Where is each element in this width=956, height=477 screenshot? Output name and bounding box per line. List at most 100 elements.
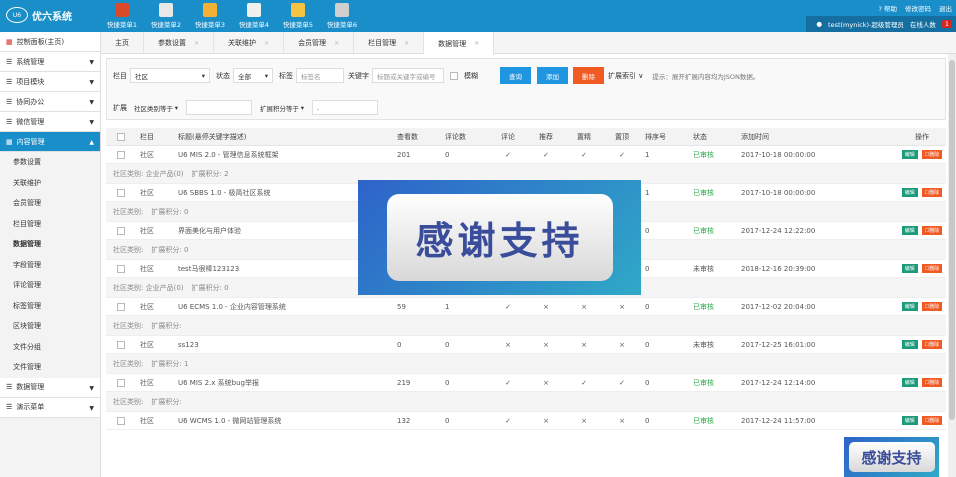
sidebar-group[interactable]: ☰ 数据管理 ▼ <box>0 377 100 398</box>
sidebar-item-home[interactable]: ▦ 控制面板(主页) <box>0 32 100 52</box>
edit-button[interactable]: 编辑 <box>901 416 918 425</box>
keyword-input[interactable]: 标题或关键字或编号 <box>372 68 444 83</box>
row-flag[interactable]: × <box>527 417 565 425</box>
sidebar-group[interactable]: ☰ 系统管理 ▼ <box>0 52 100 72</box>
header-views[interactable]: 查看数 <box>393 132 441 142</box>
row-title[interactable]: ss123 <box>174 341 393 349</box>
ext-field2-select[interactable]: 扩展积分等于 ▾ <box>256 100 308 115</box>
sidebar-item[interactable]: 关联维护 <box>0 172 100 193</box>
row-flag[interactable]: × <box>527 341 565 349</box>
edit-button[interactable]: 编辑 <box>901 378 918 387</box>
promo-banner[interactable]: 感谢支持 <box>358 180 641 295</box>
column-select[interactable]: 社区 ▾ <box>130 68 210 83</box>
user-name[interactable]: test(mynick)-超级管理员 <box>828 19 904 29</box>
row-checkbox[interactable] <box>117 416 125 425</box>
row-flag[interactable]: ✓ <box>489 303 527 311</box>
row-checkbox[interactable] <box>117 226 125 235</box>
close-icon[interactable]: ✕ <box>334 40 339 47</box>
row-flag[interactable]: × <box>527 303 565 311</box>
row-flag[interactable]: ✓ <box>527 151 565 159</box>
close-icon[interactable]: ✕ <box>194 40 199 47</box>
close-icon[interactable]: ✕ <box>404 40 409 47</box>
row-flag[interactable]: × <box>603 303 641 311</box>
row-checkbox[interactable] <box>117 150 125 159</box>
edit-button[interactable]: 编辑 <box>901 264 918 273</box>
tab-item[interactable]: 主页 <box>101 32 144 54</box>
row-flag[interactable]: × <box>565 303 603 311</box>
promo-badge[interactable]: 感谢支持 <box>844 437 939 477</box>
select-all-checkbox[interactable] <box>117 132 125 141</box>
tab-item[interactable]: 关联维护 ✕ <box>214 32 285 54</box>
row-flag[interactable]: ✓ <box>565 151 603 159</box>
sidebar-item[interactable]: 会员管理 <box>0 193 100 214</box>
sidebar-group-content[interactable]: ▦ 内容管理 ▲ <box>0 132 100 152</box>
row-checkbox[interactable] <box>117 302 125 311</box>
tab-item[interactable]: 数据管理 ✕ <box>424 32 495 55</box>
row-title[interactable]: U6 MIS 2.x 系统bug举报 <box>174 378 393 388</box>
tab-item[interactable]: 参数设置 ✕ <box>144 32 215 54</box>
delete-row-button[interactable]: ☐ 删除 <box>921 264 943 273</box>
sidebar-item[interactable]: 区块管理 <box>0 316 100 337</box>
help-link[interactable]: ? 帮助 <box>878 3 897 13</box>
row-flag[interactable]: × <box>565 417 603 425</box>
header-sort[interactable]: 排序号 <box>641 132 689 142</box>
sidebar-item[interactable]: 数据管理 <box>0 234 100 255</box>
add-button[interactable]: 添加 <box>537 67 568 84</box>
row-flag[interactable]: ✓ <box>603 151 641 159</box>
sidebar-item[interactable]: 标签管理 <box>0 295 100 316</box>
header-comment-flag[interactable]: 评论 <box>489 132 527 142</box>
row-flag[interactable]: × <box>489 341 527 349</box>
header-status[interactable]: 状态 <box>689 132 737 142</box>
online-count-badge[interactable]: 1 <box>941 20 952 28</box>
row-checkbox[interactable] <box>117 188 125 197</box>
row-flag[interactable]: × <box>603 417 641 425</box>
header-comments[interactable]: 评论数 <box>441 132 489 142</box>
header-recommend[interactable]: 推荐 <box>527 132 565 142</box>
row-title[interactable]: U6 ECMS 1.0 - 企业内容管理系统 <box>174 302 393 312</box>
edit-button[interactable]: 编辑 <box>901 302 918 311</box>
row-flag[interactable]: ✓ <box>565 379 603 387</box>
ext-field1-select[interactable]: 社区类别等于 ▾ <box>130 100 182 115</box>
header-time[interactable]: 添加时间 <box>737 132 861 142</box>
delete-row-button[interactable]: ☐ 删除 <box>921 340 943 349</box>
header-column[interactable]: 栏目 <box>136 132 174 142</box>
edit-button[interactable]: 编辑 <box>901 188 918 197</box>
header-featured[interactable]: 置精 <box>565 132 603 142</box>
quick-menu-item[interactable]: 快捷菜单4 <box>232 0 276 32</box>
sidebar-group[interactable]: ☰ 协同办公 ▼ <box>0 92 100 112</box>
row-checkbox[interactable] <box>117 264 125 273</box>
ext-value2-input[interactable]: . <box>312 100 378 115</box>
header-pinned[interactable]: 置顶 <box>603 132 641 142</box>
status-select[interactable]: 全部 ▾ <box>233 68 273 83</box>
close-icon[interactable]: ✕ <box>264 40 269 47</box>
sidebar-group[interactable]: ☰ 项目模块 ▼ <box>0 72 100 92</box>
delete-row-button[interactable]: ☐ 删除 <box>921 188 943 197</box>
row-flag[interactable]: ✓ <box>489 151 527 159</box>
sidebar-item[interactable]: 栏目管理 <box>0 213 100 234</box>
delete-row-button[interactable]: ☐ 删除 <box>921 378 943 387</box>
row-flag[interactable]: ✓ <box>603 379 641 387</box>
edit-button[interactable]: 编辑 <box>901 340 918 349</box>
ext-value1-input[interactable] <box>186 100 252 115</box>
quick-menu-item[interactable]: 快捷菜单1 <box>100 0 144 32</box>
sidebar-group[interactable]: ☰ 演示菜单 ▼ <box>0 397 100 418</box>
sidebar-item[interactable]: 参数设置 <box>0 152 100 173</box>
quick-menu-item[interactable]: 快捷菜单5 <box>276 0 320 32</box>
sidebar-group[interactable]: ☰ 微信管理 ▼ <box>0 112 100 132</box>
row-checkbox[interactable] <box>117 378 125 387</box>
delete-row-button[interactable]: ☐ 删除 <box>921 226 943 235</box>
row-checkbox[interactable] <box>117 340 125 349</box>
tab-item[interactable]: 栏目管理 ✕ <box>354 32 425 54</box>
edit-button[interactable]: 编辑 <box>901 226 918 235</box>
quick-menu-item[interactable]: 快捷菜单3 <box>188 0 232 32</box>
index-toggle[interactable]: 扩展索引 ∨ <box>608 71 643 81</box>
change-password-link[interactable]: 修改密码 <box>905 3 931 13</box>
close-icon[interactable]: ✕ <box>474 40 479 47</box>
row-flag[interactable]: × <box>565 341 603 349</box>
delete-row-button[interactable]: ☐ 删除 <box>921 302 943 311</box>
delete-row-button[interactable]: ☐ 删除 <box>921 150 943 159</box>
sidebar-item[interactable]: 文件分组 <box>0 336 100 357</box>
sidebar-item[interactable]: 字段管理 <box>0 254 100 275</box>
header-title[interactable]: 标题(悬停关键字描述) <box>174 132 393 142</box>
row-flag[interactable]: × <box>527 379 565 387</box>
